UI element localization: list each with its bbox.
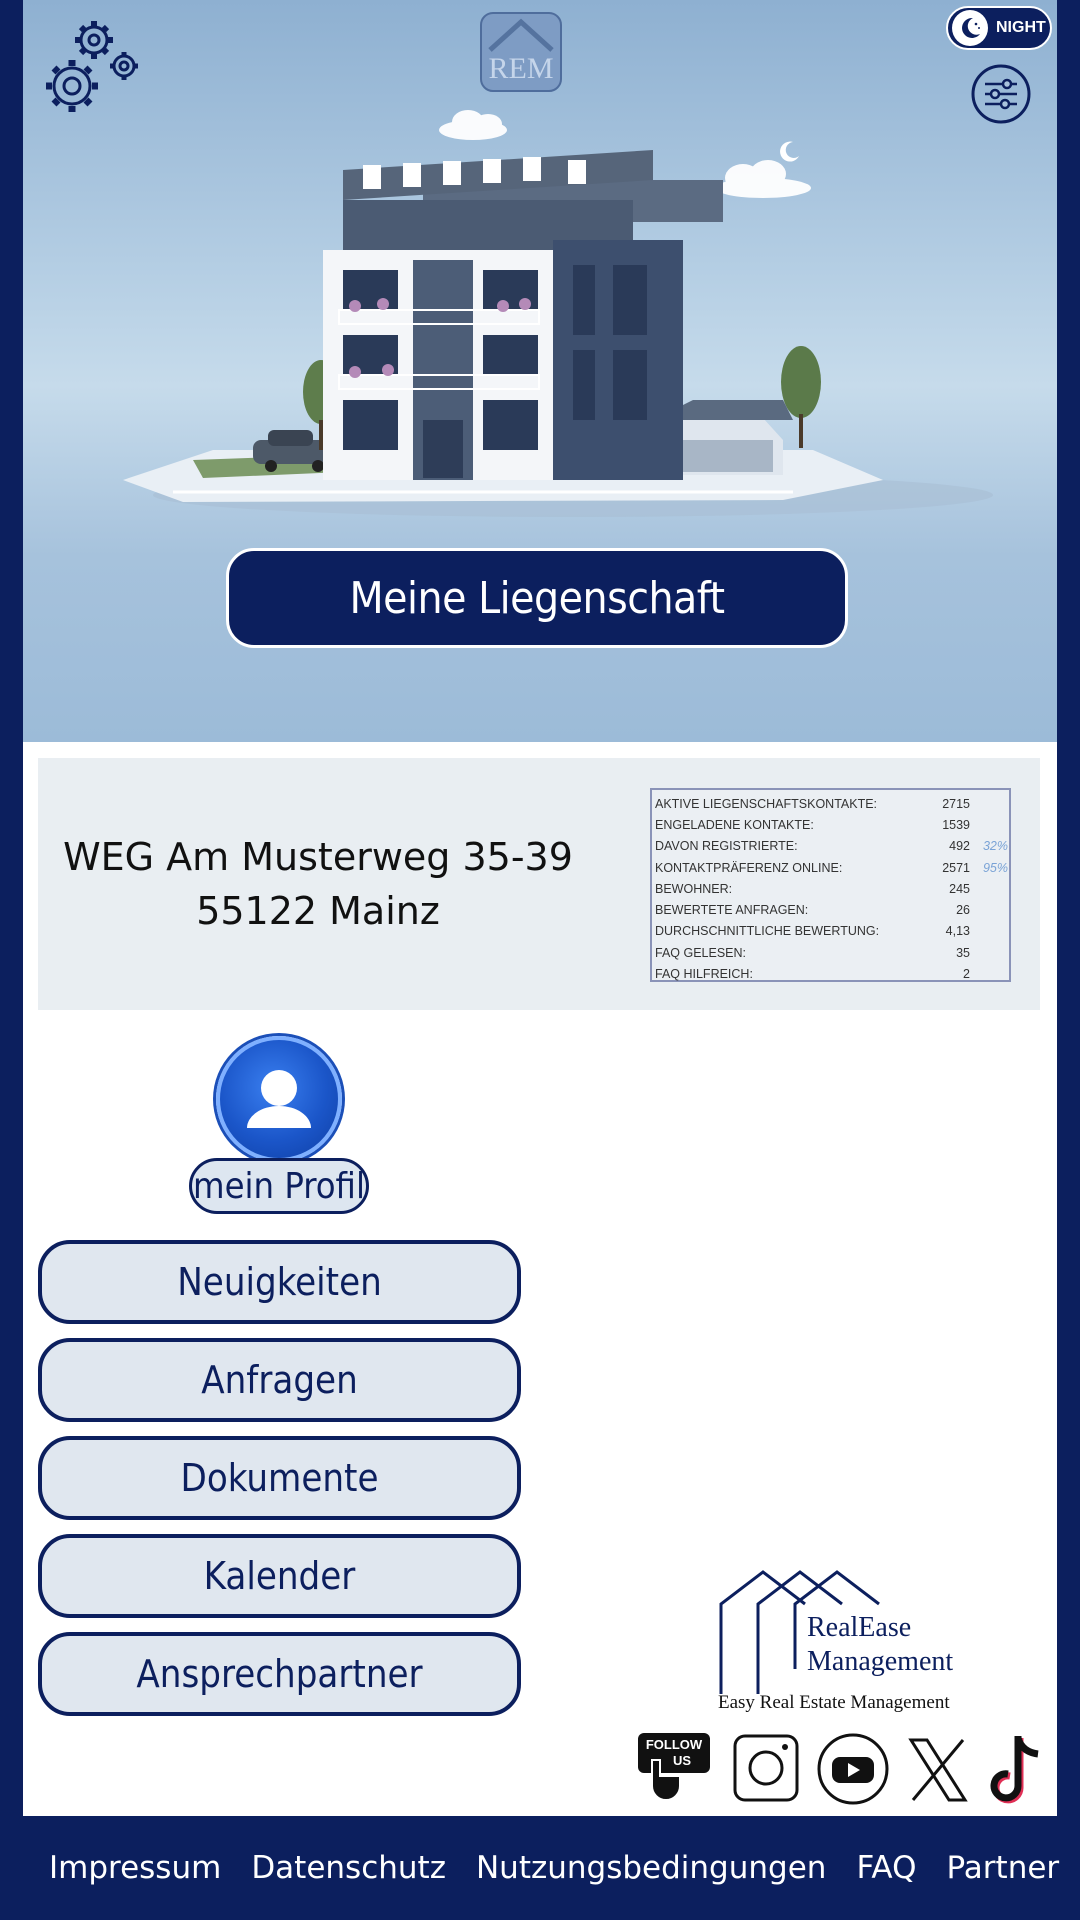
stat-value: 35 xyxy=(956,945,970,960)
stat-value: 4,13 xyxy=(945,924,970,939)
tiktok-icon[interactable] xyxy=(988,1730,1048,1808)
my-property-button[interactable]: Meine Liegenschaft xyxy=(226,548,848,648)
stat-row: AKTIVE LIEGENSCHAFTSKONTAKTE: 2715 xyxy=(655,793,1009,814)
company-name-line-1: RealEase xyxy=(807,1612,911,1643)
footer-link-nutzungsbedingungen[interactable]: Nutzungsbedingungen xyxy=(476,1850,826,1886)
stat-value: 26 xyxy=(956,903,970,918)
stat-value: 245 xyxy=(949,881,970,896)
documents-button[interactable]: Dokumente xyxy=(38,1436,521,1520)
address-line-2: 55122 Mainz xyxy=(196,889,440,933)
stat-row: ENGELADENE KONTAKTE: 1539 xyxy=(655,814,1009,835)
stat-label: BEWERTETE ANFRAGEN: xyxy=(655,903,809,918)
statistics-table: AKTIVE LIEGENSCHAFTSKONTAKTE: 2715 ENGELA… xyxy=(650,788,1011,982)
moon-icon xyxy=(952,10,988,46)
stat-value: 1539 xyxy=(942,817,970,832)
instagram-icon[interactable] xyxy=(731,1730,801,1808)
stat-row: DURCHSCHNITTLICHE BEWERTUNG: 4,13 xyxy=(655,921,1009,942)
footer-link-partner[interactable]: Partner xyxy=(947,1850,1060,1886)
property-address: WEG Am Musterweg 35-39 55122 Mainz xyxy=(38,830,598,938)
stat-row: BEWERTETE ANFRAGEN: 26 xyxy=(655,899,1009,920)
x-icon[interactable] xyxy=(905,1730,971,1808)
stat-label: ENGELADENE KONTAKTE: xyxy=(655,817,814,832)
app-frame: REM NIGHT Meine Liegenschaft WEG Am Must… xyxy=(23,0,1057,1816)
follow-text: FOLLOW xyxy=(646,1737,703,1752)
stat-value: 2 xyxy=(963,967,970,982)
stat-row: KONTAKTPRÄFERENZ ONLINE: 2571 95% xyxy=(655,857,1009,878)
hero-section: REM NIGHT Meine Liegenschaft xyxy=(23,0,1057,742)
building-illustration xyxy=(123,110,993,517)
stat-label: AKTIVE LIEGENSCHAFTSKONTAKTE: xyxy=(655,796,878,811)
stat-value: 492 xyxy=(949,839,970,854)
night-label: NIGHT xyxy=(996,19,1046,36)
stat-label: FAQ GELESEN: xyxy=(655,945,747,960)
stat-label: DURCHSCHNITTLICHE BEWERTUNG: xyxy=(655,924,880,939)
company-name-line-2: Management xyxy=(807,1646,953,1677)
stat-value: 2571 xyxy=(942,860,970,875)
rem-logo-text: REM xyxy=(488,52,553,85)
settings-gears-icon[interactable] xyxy=(36,10,144,122)
stat-percent: 95% xyxy=(982,860,1008,875)
stat-row: FAQ HILFREICH: 2 xyxy=(655,963,1009,984)
news-button[interactable]: Neuigkeiten xyxy=(38,1240,521,1324)
stat-row: DAVON REGISTRIERTE: 492 32% xyxy=(655,836,1009,857)
inquiries-button[interactable]: Anfragen xyxy=(38,1338,521,1422)
realease-logo: RealEase Management Easy Real Estate Man… xyxy=(718,1570,953,1713)
footer-nav: Impressum Datenschutz Nutzungsbedingunge… xyxy=(0,1816,1080,1920)
footer-link-datenschutz[interactable]: Datenschutz xyxy=(251,1850,446,1886)
footer-link-faq[interactable]: FAQ xyxy=(856,1850,916,1886)
stat-label: KONTAKTPRÄFERENZ ONLINE: xyxy=(655,860,843,875)
rem-logo-icon: REM xyxy=(480,12,562,92)
night-mode-toggle[interactable]: NIGHT xyxy=(946,6,1052,50)
stat-label: DAVON REGISTRIERTE: xyxy=(655,839,798,854)
stat-percent: 32% xyxy=(982,839,1008,854)
stat-row: FAQ GELESEN: 35 xyxy=(655,942,1009,963)
address-line-1: WEG Am Musterweg 35-39 xyxy=(63,835,573,879)
contacts-button[interactable]: Ansprechpartner xyxy=(38,1632,521,1716)
stat-label: BEWOHNER: xyxy=(655,881,733,896)
footer-link-impressum[interactable]: Impressum xyxy=(49,1850,221,1886)
youtube-icon[interactable] xyxy=(816,1730,890,1808)
us-text: US xyxy=(673,1753,691,1768)
my-profile-button[interactable]: mein Profil xyxy=(189,1158,369,1214)
filter-sliders-icon[interactable] xyxy=(971,64,1031,124)
company-tagline: Easy Real Estate Management xyxy=(718,1692,950,1713)
stat-value: 2715 xyxy=(942,796,970,811)
follow-us-icon[interactable]: FOLLOW US xyxy=(634,1730,714,1808)
profile-avatar-icon[interactable] xyxy=(216,1036,342,1162)
stat-label: FAQ HILFREICH: xyxy=(655,967,753,982)
calendar-button[interactable]: Kalender xyxy=(38,1534,521,1618)
property-info-panel: WEG Am Musterweg 35-39 55122 Mainz AKTIV… xyxy=(38,758,1040,1010)
stat-row: BEWOHNER: 245 xyxy=(655,878,1009,899)
